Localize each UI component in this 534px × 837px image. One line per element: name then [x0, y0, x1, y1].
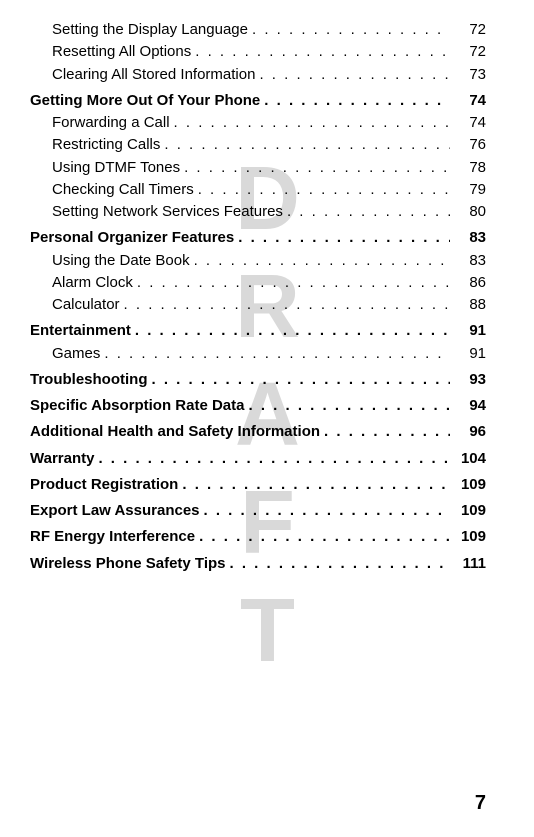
toc-dot-leader: [148, 370, 451, 390]
toc-dot-leader: [120, 295, 450, 315]
toc-entry: Using DTMF Tones 78: [30, 158, 486, 178]
toc-entry-page: 91: [450, 344, 486, 364]
toc-dot-leader: [133, 273, 450, 293]
toc-dot-leader: [234, 228, 450, 248]
toc-entry: Product Registration 109: [30, 475, 486, 495]
page-number: 7: [475, 792, 486, 815]
toc-dot-leader: [320, 422, 450, 442]
toc-entry: Wireless Phone Safety Tips 111: [30, 554, 486, 574]
toc-entry: Warranty 104: [30, 449, 486, 469]
toc-entry-label: Warranty: [30, 449, 94, 469]
toc-entry-label: RF Energy Interference: [30, 527, 195, 547]
toc-entry-label: Export Law Assurances: [30, 501, 200, 521]
toc-dot-leader: [160, 135, 450, 155]
toc-entry-label: Product Registration: [30, 475, 178, 495]
toc-entry-label: Getting More Out Of Your Phone: [30, 91, 260, 111]
toc-entry-page: 79: [450, 180, 486, 200]
toc-entry: Setting Network Services Features 80: [30, 202, 486, 222]
toc-entry-page: 86: [450, 273, 486, 293]
toc-entry: Setting the Display Language 72: [30, 20, 486, 40]
toc-entry: Using the Date Book 83: [30, 251, 486, 271]
toc-entry-page: 96: [450, 422, 486, 442]
toc-entry-label: Using the Date Book: [52, 251, 190, 271]
toc-entry-page: 83: [450, 228, 486, 248]
toc-entry-label: Additional Health and Safety Information: [30, 422, 320, 442]
toc-dot-leader: [180, 158, 450, 178]
toc-entry: Games 91: [30, 344, 486, 364]
toc-dot-leader: [283, 202, 450, 222]
toc-entry: Resetting All Options 72: [30, 42, 486, 62]
toc-entry-page: 109: [450, 475, 486, 495]
toc-dot-leader: [131, 321, 450, 341]
toc-list: Setting the Display Language72Resetting …: [30, 20, 486, 574]
toc-entry: Entertainment 91: [30, 321, 486, 341]
toc-entry-label: Wireless Phone Safety Tips: [30, 554, 226, 574]
toc-entry-page: 104: [450, 449, 486, 469]
toc-entry: Restricting Calls 76: [30, 135, 486, 155]
toc-dot-leader: [170, 113, 450, 133]
toc-entry-page: 74: [450, 113, 486, 133]
toc-dot-leader: [248, 20, 450, 40]
toc-dot-leader: [194, 180, 450, 200]
toc-entry-page: 72: [450, 20, 486, 40]
toc-dot-leader: [244, 396, 450, 416]
toc-dot-leader: [100, 344, 450, 364]
toc-entry-page: 109: [450, 501, 486, 521]
toc-entry-label: Specific Absorption Rate Data: [30, 396, 244, 416]
toc-entry: Calculator 88: [30, 295, 486, 315]
toc-entry-page: 78: [450, 158, 486, 178]
toc-entry: Forwarding a Call 74: [30, 113, 486, 133]
toc-entry: RF Energy Interference 109: [30, 527, 486, 547]
toc-entry-page: 83: [450, 251, 486, 271]
toc-entry-label: Clearing All Stored Information: [52, 65, 255, 85]
toc-dot-leader: [226, 554, 451, 574]
toc-dot-leader: [195, 527, 450, 547]
toc-entry-page: 91: [450, 321, 486, 341]
toc-entry-label: Checking Call Timers: [52, 180, 194, 200]
toc-entry-label: Setting Network Services Features: [52, 202, 283, 222]
toc-dot-leader: [190, 251, 450, 271]
toc-entry-page: 72: [450, 42, 486, 62]
toc-entry-page: 88: [450, 295, 486, 315]
toc-dot-leader: [260, 91, 450, 111]
toc-entry: Personal Organizer Features 83: [30, 228, 486, 248]
toc-dot-leader: [255, 65, 450, 85]
toc-entry: Additional Health and Safety Information…: [30, 422, 486, 442]
toc-entry: Getting More Out Of Your Phone 74: [30, 91, 486, 111]
toc-entry: Troubleshooting 93: [30, 370, 486, 390]
toc-entry: Export Law Assurances 109: [30, 501, 486, 521]
toc-entry-page: 109: [450, 527, 486, 547]
toc-entry-label: Calculator: [52, 295, 120, 315]
toc-dot-leader: [191, 42, 450, 62]
toc-entry-label: Using DTMF Tones: [52, 158, 180, 178]
toc-entry-page: 94: [450, 396, 486, 416]
toc-entry-page: 76: [450, 135, 486, 155]
toc-entry-label: Setting the Display Language: [52, 20, 248, 40]
toc-entry-page: 80: [450, 202, 486, 222]
toc-entry: Checking Call Timers 79: [30, 180, 486, 200]
toc-entry-page: 93: [450, 370, 486, 390]
toc-entry: Alarm Clock 86: [30, 273, 486, 293]
toc-entry-label: Troubleshooting: [30, 370, 148, 390]
toc-entry-page: 74: [450, 91, 486, 111]
toc-dot-leader: [200, 501, 450, 521]
toc-content: Setting the Display Language72Resetting …: [0, 0, 534, 574]
toc-entry-label: Restricting Calls: [52, 135, 160, 155]
toc-entry-label: Alarm Clock: [52, 273, 133, 293]
toc-entry-page: 111: [450, 554, 486, 574]
toc-entry-label: Forwarding a Call: [52, 113, 170, 133]
toc-entry: Specific Absorption Rate Data 94: [30, 396, 486, 416]
toc-dot-leader: [94, 449, 450, 469]
toc-entry: Clearing All Stored Information 73: [30, 65, 486, 85]
toc-entry-label: Resetting All Options: [52, 42, 191, 62]
toc-entry-label: Personal Organizer Features: [30, 228, 234, 248]
toc-entry-label: Entertainment: [30, 321, 131, 341]
toc-dot-leader: [178, 475, 450, 495]
toc-entry-page: 73: [450, 65, 486, 85]
toc-entry-label: Games: [52, 344, 100, 364]
